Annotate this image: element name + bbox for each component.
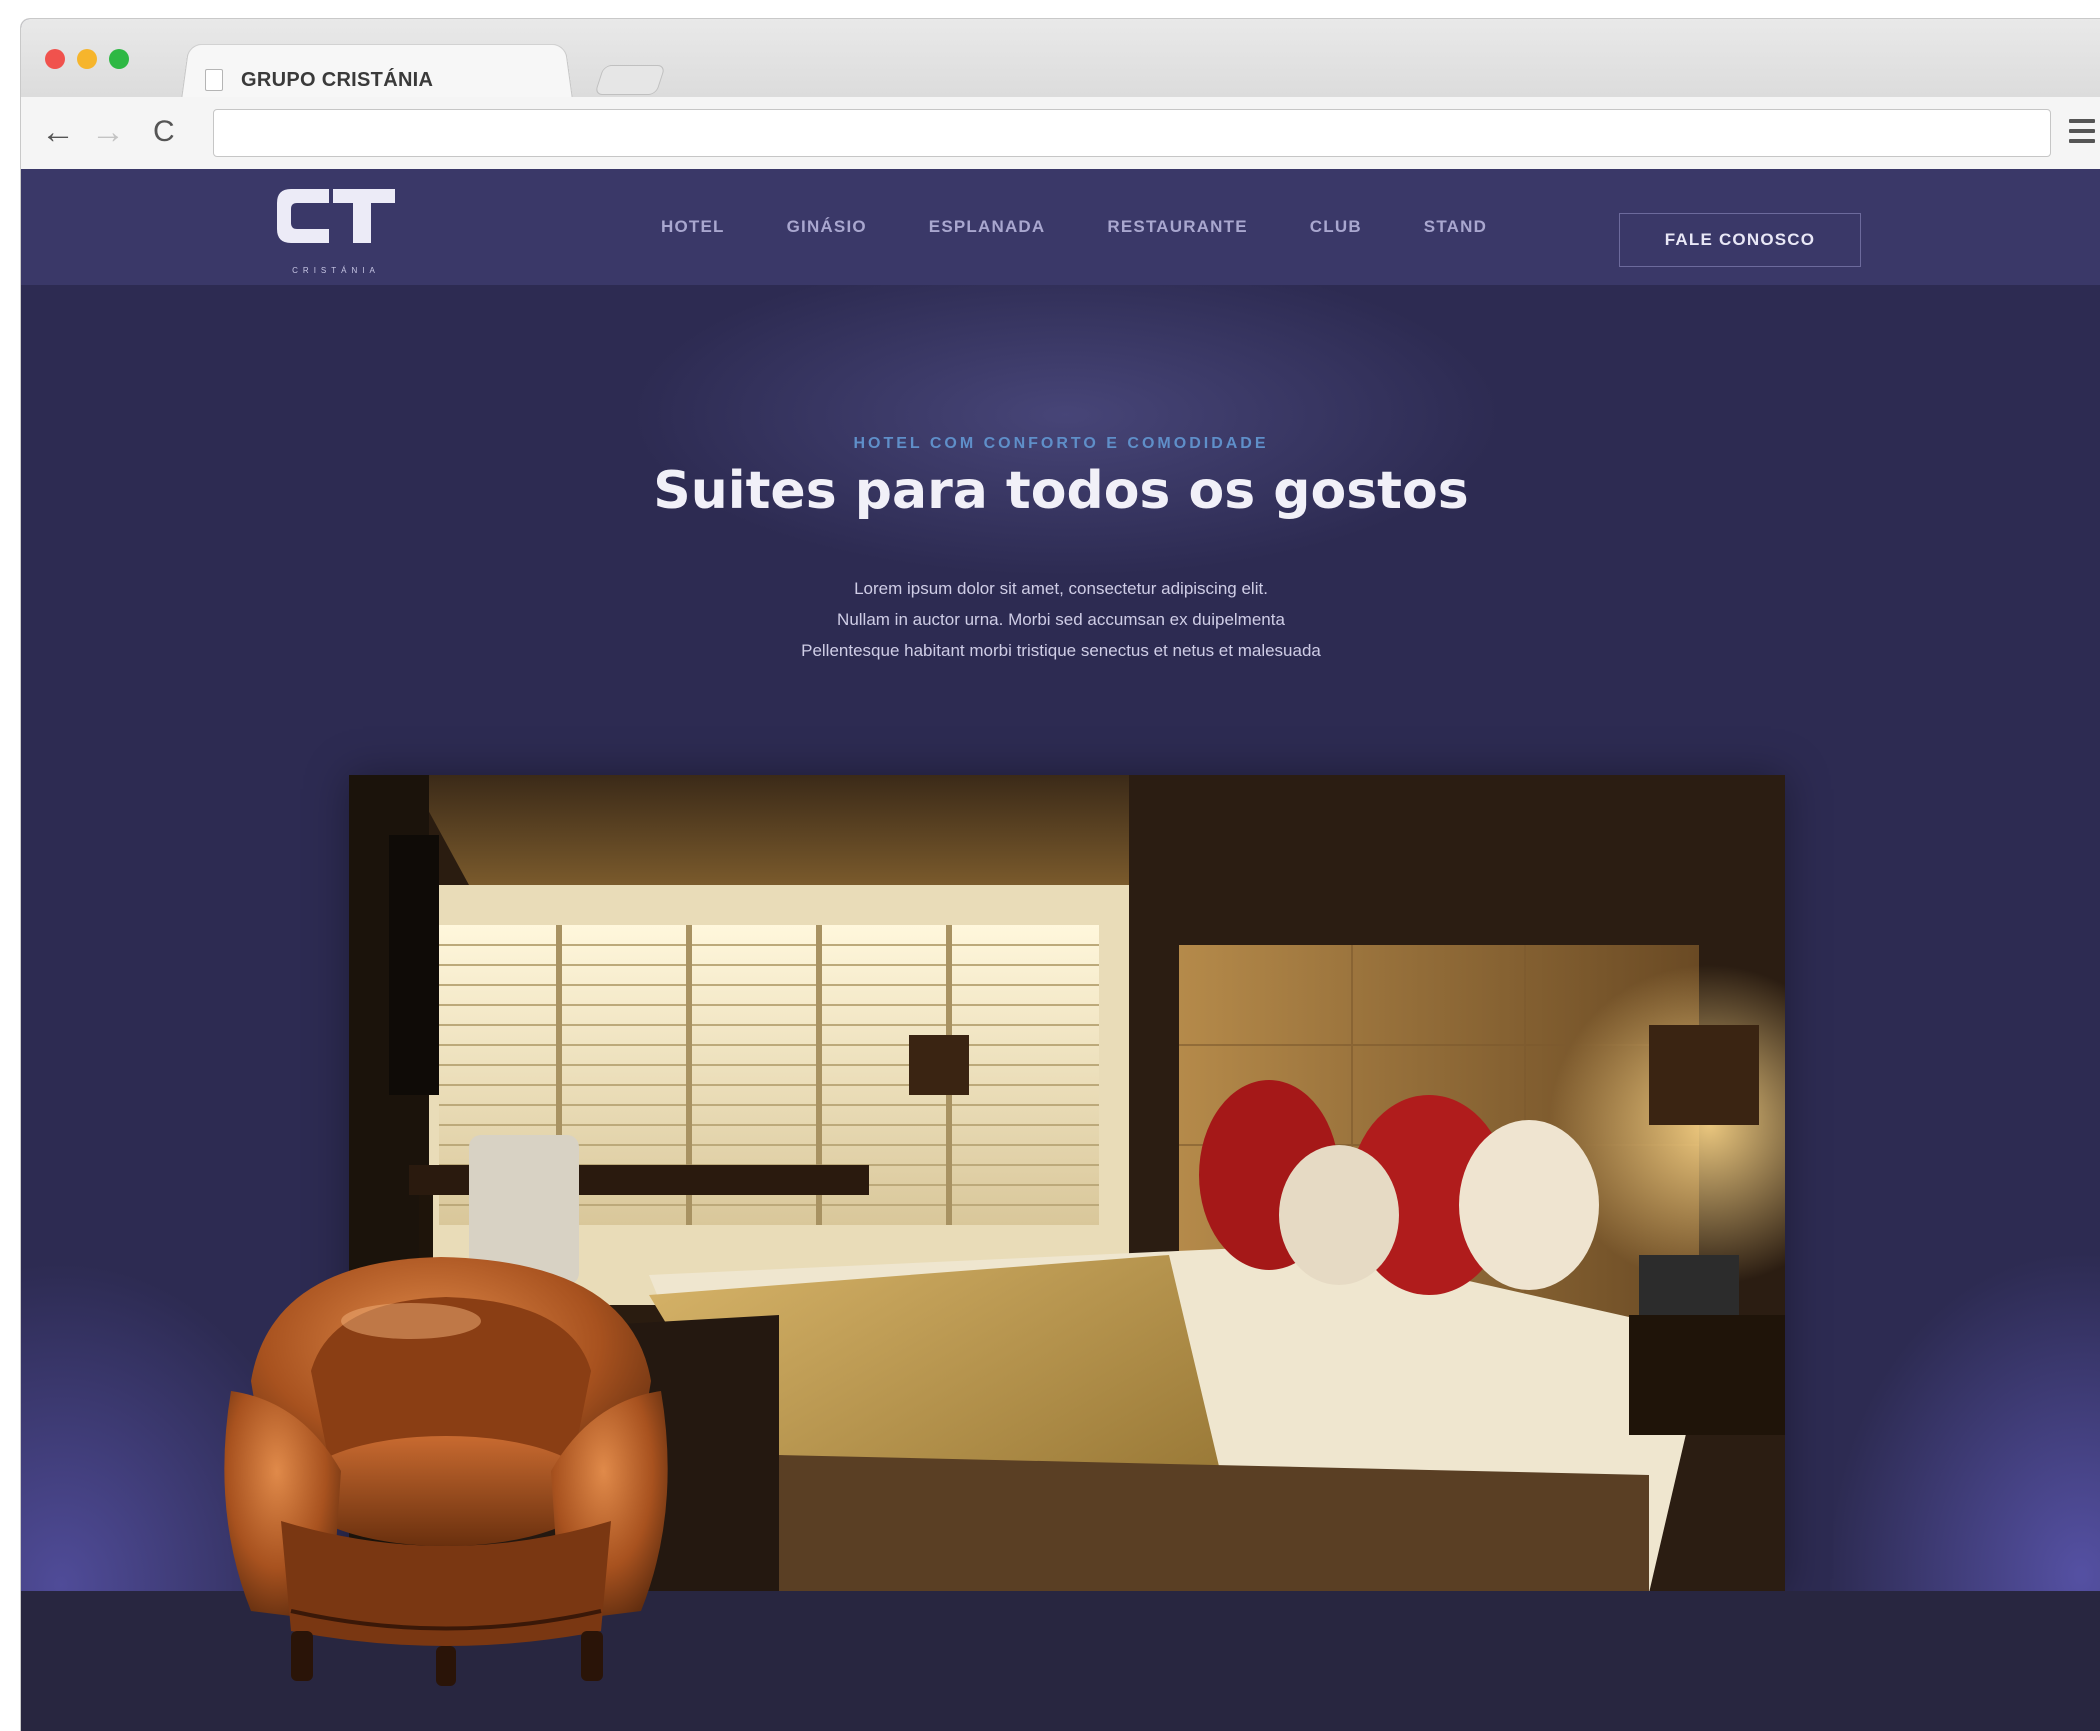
nav-item-restaurante[interactable]: RESTAURANTE — [1107, 217, 1247, 237]
browser-tab-content[interactable]: GRUPO CRISTÁNIA — [205, 65, 433, 95]
site-header: CRISTÁNIA HOTEL GINÁSIO ESPLANADA RESTAU… — [21, 169, 2100, 285]
nav-item-club[interactable]: CLUB — [1310, 217, 1362, 237]
tab-title: GRUPO CRISTÁNIA — [241, 68, 434, 91]
hero-description: Lorem ipsum dolor sit amet, consectetur … — [21, 573, 2100, 666]
browser-window: GRUPO CRISTÁNIA ← → C CRISTÁNIA HOTEL GI… — [20, 18, 2100, 1731]
main-nav: HOTEL GINÁSIO ESPLANADA RESTAURANTE CLUB… — [661, 169, 1549, 285]
maximize-window-button[interactable] — [109, 49, 129, 69]
reload-icon[interactable]: C — [153, 115, 175, 149]
armchair-image — [211, 1251, 681, 1691]
nav-item-esplanada[interactable]: ESPLANADA — [929, 217, 1046, 237]
site-logo[interactable]: CRISTÁNIA — [271, 183, 401, 275]
forward-arrow-icon[interactable]: → — [91, 115, 125, 149]
hero-section: HOTEL COM CONFORTO E COMODIDADE Suites p… — [21, 285, 2100, 1731]
browser-toolbar: ← → C — [21, 97, 2100, 170]
nav-item-stand[interactable]: STAND — [1424, 217, 1487, 237]
hero-description-line: Lorem ipsum dolor sit amet, consectetur … — [854, 579, 1268, 598]
nav-item-ginasio[interactable]: GINÁSIO — [787, 217, 867, 237]
new-tab-button[interactable] — [594, 65, 666, 95]
hero-description-line: Pellentesque habitant morbi tristique se… — [801, 641, 1321, 660]
page-icon — [205, 69, 223, 91]
address-bar[interactable] — [213, 109, 2051, 157]
hero-title: Suites para todos os gostos — [653, 461, 1469, 521]
ct-logo-icon — [277, 189, 395, 243]
back-arrow-icon[interactable]: ← — [41, 115, 75, 149]
hero-description-line: Nullam in auctor urna. Morbi sed accumsa… — [837, 610, 1285, 629]
minimize-window-button[interactable] — [77, 49, 97, 69]
armchair-illustration — [224, 1257, 668, 1686]
tab-bar: GRUPO CRISTÁNIA — [21, 19, 2100, 100]
contact-button[interactable]: FALE CONOSCO — [1619, 213, 1861, 267]
hero-eyebrow: HOTEL COM CONFORTO E COMODIDADE — [853, 435, 1269, 452]
logo-subtitle: CRISTÁNIA — [292, 266, 380, 275]
nav-item-hotel[interactable]: HOTEL — [661, 217, 725, 237]
close-window-button[interactable] — [45, 49, 65, 69]
hamburger-menu-icon[interactable] — [2069, 119, 2095, 149]
window-controls — [45, 49, 129, 69]
